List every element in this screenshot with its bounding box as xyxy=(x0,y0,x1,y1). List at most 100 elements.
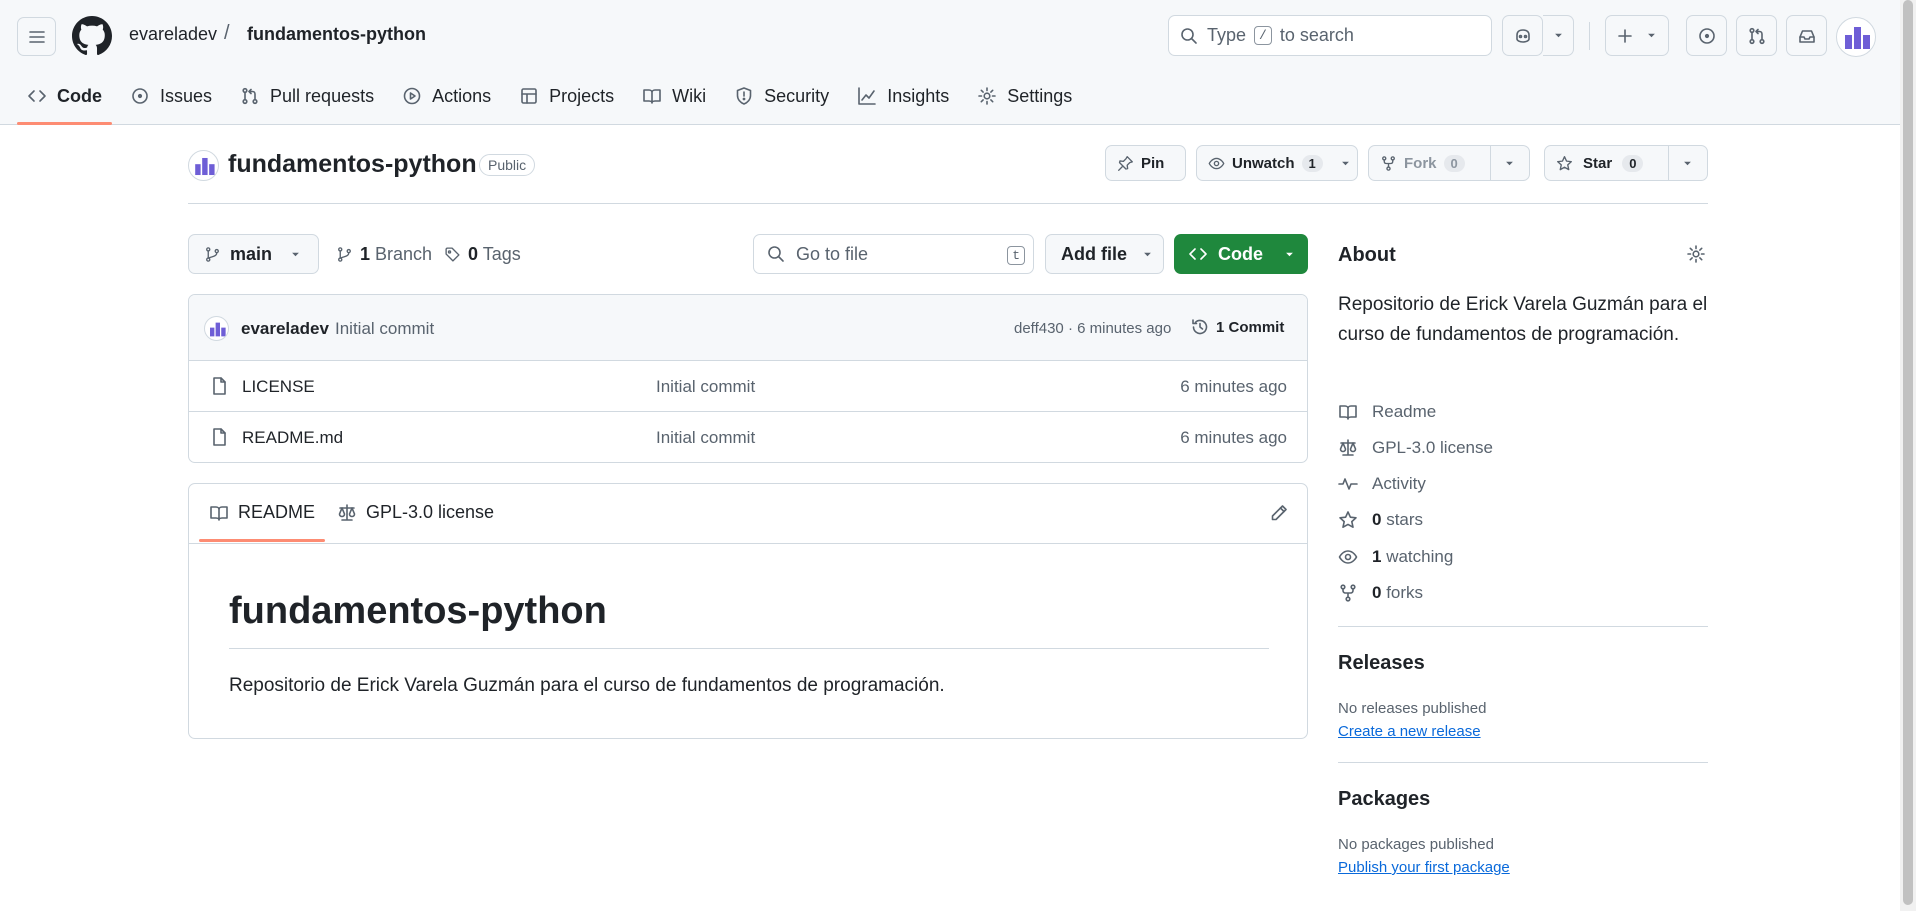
pull-requests-button[interactable] xyxy=(1736,15,1777,56)
pull-request-icon xyxy=(1748,27,1765,44)
tags-link[interactable]: 0 Tags xyxy=(444,244,521,265)
search-icon xyxy=(1181,27,1197,44)
go-to-file-input[interactable]: Go to file t xyxy=(753,234,1034,274)
commit-author-avatar[interactable] xyxy=(204,316,229,341)
search-input[interactable]: Type / to search xyxy=(1168,15,1492,56)
tab-label: Projects xyxy=(549,85,615,106)
edit-readme-button[interactable] xyxy=(1269,503,1289,523)
fork-dropdown[interactable] xyxy=(1489,146,1529,180)
repo-title[interactable]: fundamentos-python xyxy=(228,150,477,179)
file-row[interactable]: LICENSE Initial commit 6 minutes ago xyxy=(189,361,1307,412)
branches-link[interactable]: 1 Branch xyxy=(336,244,432,265)
publish-package-link[interactable]: Publish your first package xyxy=(1338,859,1510,876)
activity-link-label: Activity xyxy=(1372,474,1426,493)
star-button[interactable]: Star 0 xyxy=(1544,145,1708,181)
commit-message[interactable]: Initial commit xyxy=(335,319,434,339)
create-release-link[interactable]: Create a new release xyxy=(1338,723,1481,740)
book-icon xyxy=(643,89,661,104)
star-counter: 0 xyxy=(1622,154,1644,172)
eye-icon xyxy=(1208,157,1225,169)
plus-icon xyxy=(1617,28,1632,43)
commit-history-link[interactable]: 1 Commit xyxy=(1190,317,1284,337)
fork-button[interactable]: Fork 0 xyxy=(1368,145,1530,181)
file-icon xyxy=(213,428,226,446)
readme-link[interactable]: Readme xyxy=(1338,402,1436,422)
tab-label: Actions xyxy=(432,85,492,106)
watching-link[interactable]: 1 watching xyxy=(1338,547,1453,567)
file-name[interactable]: LICENSE xyxy=(242,377,315,397)
stars-link[interactable]: 0 stars xyxy=(1338,510,1423,530)
search-shortcut-key: / xyxy=(1254,26,1272,45)
license-link[interactable]: GPL-3.0 license xyxy=(1338,438,1493,458)
code-button[interactable]: Code xyxy=(1174,234,1308,274)
tab-label: Wiki xyxy=(672,85,707,106)
stars-label: stars xyxy=(1386,510,1424,529)
releases-heading[interactable]: Releases xyxy=(1338,652,1425,675)
commit-hash-time[interactable]: deff430 · 6 minutes ago xyxy=(1014,320,1171,337)
github-logo-icon[interactable] xyxy=(72,16,112,56)
code-icon xyxy=(1189,248,1207,260)
table-icon xyxy=(521,88,537,104)
repo-nav: Code Issues Pull requests Actions Projec… xyxy=(17,80,1090,125)
tab-label: Insights xyxy=(887,85,950,106)
commit-author[interactable]: evareladev xyxy=(241,319,329,339)
file-age: 6 minutes ago xyxy=(1180,377,1287,396)
tab-settings[interactable]: Settings xyxy=(967,80,1082,112)
inbox-button[interactable] xyxy=(1786,15,1827,56)
scrollbar-thumb[interactable] xyxy=(1903,0,1913,905)
tab-code[interactable]: Code xyxy=(17,80,112,125)
tab-license[interactable]: GPL-3.0 license xyxy=(337,502,494,523)
packages-heading[interactable]: Packages xyxy=(1338,788,1430,811)
unwatch-button[interactable]: Unwatch 1 xyxy=(1196,145,1358,181)
pin-button[interactable]: Pin xyxy=(1105,145,1186,181)
create-new-button[interactable] xyxy=(1605,15,1669,56)
branch-icon xyxy=(338,247,351,262)
tab-pull-requests[interactable]: Pull requests xyxy=(230,80,384,112)
tab-projects[interactable]: Projects xyxy=(509,80,624,112)
copilot-button[interactable] xyxy=(1502,15,1543,56)
menu-button[interactable] xyxy=(17,17,56,56)
forks-link[interactable]: 0 forks xyxy=(1338,583,1423,603)
tab-readme-label: README xyxy=(238,502,316,522)
tab-insights[interactable]: Insights xyxy=(847,80,959,112)
code-button-label: Code xyxy=(1218,243,1263,264)
chevron-down-icon xyxy=(1144,252,1151,256)
issue-icon xyxy=(1698,27,1715,44)
releases-note: No releases published xyxy=(1338,700,1487,717)
tab-readme[interactable]: README xyxy=(198,502,326,542)
unwatch-dropdown[interactable] xyxy=(1334,146,1357,180)
copilot-menu-button[interactable] xyxy=(1543,15,1574,56)
forks-count: 0 xyxy=(1372,583,1382,602)
pin-icon xyxy=(1118,155,1133,171)
star-dropdown[interactable] xyxy=(1667,146,1707,180)
file-row[interactable]: README.md Initial commit 6 minutes ago xyxy=(189,412,1307,462)
law-icon xyxy=(1339,439,1357,456)
file-name[interactable]: README.md xyxy=(242,428,343,448)
repo-owner-avatar[interactable] xyxy=(188,150,219,181)
add-file-button[interactable]: Add file xyxy=(1045,234,1164,274)
user-avatar[interactable] xyxy=(1836,17,1876,57)
visibility-badge: Public xyxy=(479,154,536,176)
tab-security[interactable]: Security xyxy=(724,80,839,112)
fork-icon xyxy=(1382,155,1395,171)
file-commit-message[interactable]: Initial commit xyxy=(656,377,755,397)
branch-selector[interactable]: main xyxy=(188,234,319,274)
tab-wiki[interactable]: Wiki xyxy=(632,80,716,112)
breadcrumb-owner[interactable]: evareladev xyxy=(129,24,217,45)
activity-link[interactable]: Activity xyxy=(1338,474,1426,494)
tab-actions[interactable]: Actions xyxy=(392,80,501,112)
packages-note: No packages published xyxy=(1338,836,1494,853)
file-commit-message[interactable]: Initial commit xyxy=(656,428,755,448)
chevron-down-icon xyxy=(1506,161,1514,165)
tab-issues[interactable]: Issues xyxy=(120,80,222,112)
search-prefix: Type xyxy=(1207,25,1247,45)
edit-about-button[interactable] xyxy=(1686,244,1706,264)
pulse-icon xyxy=(1338,478,1358,490)
breadcrumb-repo[interactable]: fundamentos-python xyxy=(247,24,426,45)
gear-icon xyxy=(1687,245,1705,263)
watching-label: watching xyxy=(1386,547,1454,566)
header-divider xyxy=(1589,22,1590,50)
file-age: 6 minutes ago xyxy=(1180,428,1287,447)
issues-button[interactable] xyxy=(1686,15,1727,56)
readme-body: Repositorio de Erick Varela Guzmán para … xyxy=(229,675,945,696)
